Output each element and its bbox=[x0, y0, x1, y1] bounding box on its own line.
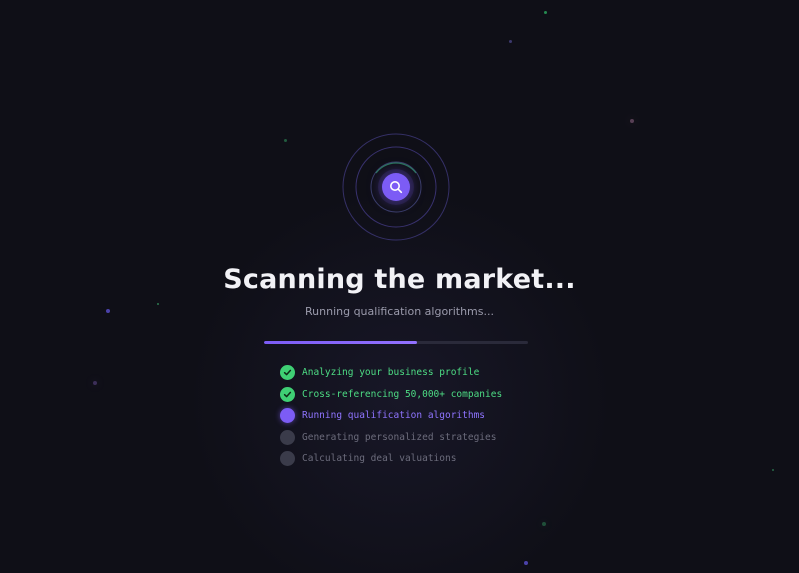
scan-step-label: Running qualification algorithms bbox=[302, 410, 486, 422]
pending-step-indicator-icon bbox=[280, 429, 295, 445]
background-particle bbox=[542, 522, 546, 526]
background-particle bbox=[544, 11, 547, 14]
background-particle bbox=[93, 381, 97, 385]
active-step-indicator-icon bbox=[280, 408, 295, 424]
page-title: Scanning the market... bbox=[223, 264, 576, 295]
pending-step-indicator-icon bbox=[280, 451, 295, 467]
page-subtitle: Running qualification algorithms... bbox=[305, 305, 494, 318]
scan-step: Analyzing your business profile bbox=[280, 362, 502, 384]
search-icon bbox=[382, 173, 410, 201]
background-particle bbox=[772, 469, 774, 471]
background-particle bbox=[630, 119, 634, 123]
progress-bar-fill bbox=[264, 341, 418, 344]
scan-step-label: Cross-referencing 50,000+ companies bbox=[302, 388, 503, 400]
progress-bar bbox=[264, 341, 528, 344]
scan-step: Generating personalized strategies bbox=[280, 427, 502, 449]
background-particle bbox=[524, 561, 528, 565]
scan-step-label: Generating personalized strategies bbox=[302, 431, 497, 443]
scan-step: Cross-referencing 50,000+ companies bbox=[280, 384, 502, 406]
scan-step-label: Analyzing your business profile bbox=[302, 367, 480, 379]
scan-step-label: Calculating deal valuations bbox=[302, 453, 457, 465]
scan-step: Running qualification algorithms bbox=[280, 405, 502, 427]
background-particle bbox=[284, 139, 287, 142]
check-icon bbox=[280, 386, 295, 402]
check-icon bbox=[280, 365, 295, 381]
scan-steps-list: Analyzing your business profile Cross-ref… bbox=[280, 362, 502, 470]
scan-step: Calculating deal valuations bbox=[280, 448, 502, 470]
background-particle bbox=[509, 40, 512, 43]
